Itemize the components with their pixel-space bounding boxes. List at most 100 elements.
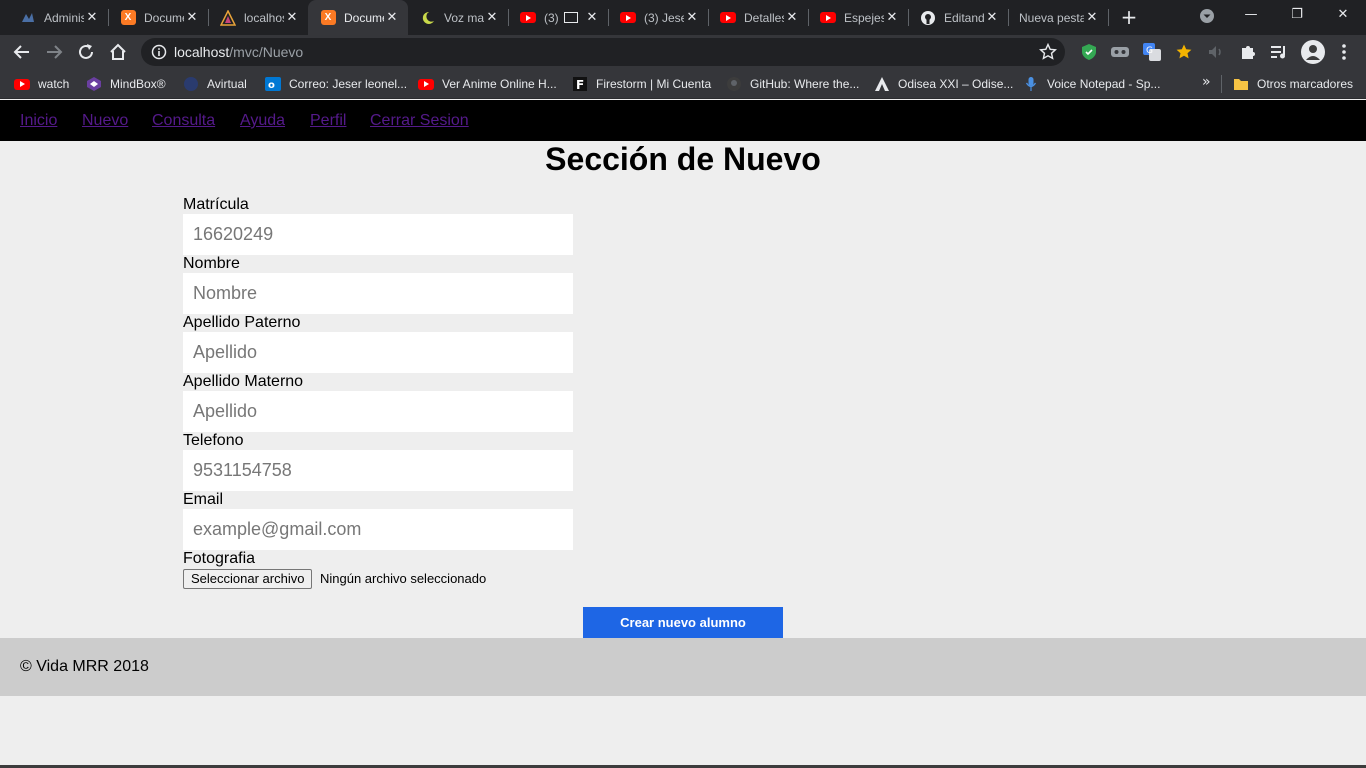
matricula-label: Matrícula: [183, 196, 249, 213]
bookmark-item[interactable]: GitHub: Where the...: [726, 75, 859, 93]
close-icon[interactable]: ✕: [484, 10, 500, 25]
browser-tab[interactable]: Editando ✕: [908, 4, 1008, 31]
apellido-materno-label: Apellido Materno: [183, 373, 304, 390]
new-tab-button[interactable]: +: [1119, 5, 1139, 29]
microphone-icon: [1023, 76, 1039, 92]
close-icon[interactable]: ✕: [184, 10, 200, 25]
close-icon[interactable]: ✕: [84, 10, 100, 25]
page-title: Sección de Nuevo: [545, 141, 821, 177]
forward-button[interactable]: [40, 38, 68, 66]
svg-text:o: o: [268, 80, 275, 91]
menu-icon[interactable]: [1335, 43, 1353, 61]
youtube-icon: [620, 10, 636, 26]
youtube-icon: [520, 10, 536, 26]
bookmark-item[interactable]: F Firestorm | Mi Cuenta: [572, 75, 711, 93]
home-icon: [110, 43, 126, 60]
github-icon: [726, 76, 742, 92]
choose-file-button[interactable]: Seleccionar archivo: [183, 569, 313, 589]
apellido-paterno-input[interactable]: [183, 332, 573, 373]
svg-text:G: G: [1146, 46, 1153, 56]
footer: © Vida MRR 2018: [0, 638, 1366, 696]
vr-icon[interactable]: [1111, 43, 1129, 61]
star-icon[interactable]: [1038, 42, 1058, 66]
info-icon[interactable]: [151, 44, 167, 65]
star-badge-icon[interactable]: [1175, 43, 1193, 61]
bookmark-item[interactable]: Ver Anime Online H...: [418, 75, 557, 93]
close-icon[interactable]: ✕: [1084, 10, 1100, 25]
browser-tab[interactable]: localhost ✕: [208, 4, 308, 31]
fotografia-label: Fotografia: [183, 550, 256, 567]
home-button[interactable]: [104, 38, 132, 66]
media-queue-icon[interactable]: [1270, 43, 1288, 61]
browser-tab[interactable]: Detalles ✕: [708, 4, 808, 31]
browser-tab[interactable]: Nueva pestaña ✕: [1008, 4, 1108, 31]
browser-tab[interactable]: (3) ✕: [508, 4, 608, 31]
close-icon[interactable]: ✕: [684, 10, 700, 25]
address-bar[interactable]: localhost/mvc/Nuevo: [141, 38, 1065, 66]
reload-button[interactable]: [72, 38, 100, 66]
bookmarks-bar: watch MindBox® Avirtual o Correo: Jeser …: [0, 69, 1366, 99]
bookmark-item[interactable]: Odisea XXI – Odise...: [874, 75, 1013, 93]
restore-button[interactable]: ❐: [1274, 0, 1320, 32]
email-input[interactable]: [183, 509, 573, 550]
browser-tab-active[interactable]: X Document ✕: [308, 0, 408, 35]
youtube-icon: [418, 76, 434, 92]
browser-tab[interactable]: (3) Jeser ✕: [608, 4, 708, 31]
bookmark-item[interactable]: o Correo: Jeser leonel...: [265, 75, 407, 93]
minimize-button[interactable]: —: [1228, 0, 1274, 32]
browser-tab[interactable]: Administr ✕: [8, 4, 108, 31]
chevron-down-icon: [1200, 9, 1214, 23]
puzzle-icon[interactable]: [1239, 43, 1257, 61]
close-icon[interactable]: ✕: [884, 10, 900, 25]
telefono-label: Telefono: [183, 432, 244, 449]
close-icon[interactable]: ✕: [384, 10, 400, 25]
speaker-icon[interactable]: [1207, 43, 1225, 61]
github-icon: [920, 10, 936, 26]
create-student-button[interactable]: Crear nuevo alumno: [583, 607, 783, 638]
file-status: Ningún archivo seleccionado: [320, 571, 487, 586]
footer-text: © Vida MRR 2018: [20, 658, 149, 675]
media-playing-icon: [564, 12, 578, 23]
apellido-materno-input[interactable]: [183, 391, 573, 432]
nombre-label: Nombre: [183, 255, 240, 272]
matricula-input[interactable]: [183, 214, 573, 255]
nav-link-inicio[interactable]: Inicio: [20, 112, 57, 130]
browser-tab[interactable]: Espejes ✕: [808, 4, 908, 31]
nav-link-perfil[interactable]: Perfil: [310, 112, 346, 130]
browser-tab-strip: Administr ✕ X Document ✕ localhost ✕ X D…: [0, 0, 1366, 35]
youtube-icon: [720, 10, 736, 26]
back-button[interactable]: [8, 38, 36, 66]
bookmarks-overflow-button[interactable]: »: [1202, 74, 1211, 90]
nombre-input[interactable]: [183, 273, 573, 314]
close-window-button[interactable]: ✕: [1320, 0, 1366, 32]
tab-search-button[interactable]: [1184, 0, 1230, 32]
browser-toolbar: localhost/mvc/Nuevo G: [0, 35, 1366, 69]
nav-link-nuevo[interactable]: Nuevo: [82, 112, 128, 130]
bookmark-item[interactable]: MindBox®: [86, 75, 166, 93]
translate-icon[interactable]: G: [1143, 43, 1161, 61]
arrow-right-icon: [47, 45, 63, 59]
reload-icon: [79, 44, 93, 59]
close-icon[interactable]: ✕: [784, 10, 800, 25]
bookmark-item[interactable]: Avirtual: [183, 75, 247, 93]
xampp-icon: X: [320, 10, 336, 26]
bookmark-item[interactable]: Voice Notepad - Sp...: [1023, 75, 1160, 93]
close-icon[interactable]: ✕: [584, 10, 600, 25]
telefono-input[interactable]: [183, 450, 573, 491]
browser-tab[interactable]: X Document ✕: [108, 4, 208, 31]
close-icon[interactable]: ✕: [984, 10, 1000, 25]
bookmark-item[interactable]: watch: [14, 75, 69, 93]
main-content: Sección de Nuevo Matrícula Nombre Apelli…: [0, 141, 1366, 638]
avatar[interactable]: [1301, 40, 1325, 64]
shield-icon[interactable]: [1080, 43, 1098, 61]
youtube-icon: [14, 76, 30, 92]
nav-link-consulta[interactable]: Consulta: [152, 112, 215, 130]
svg-text:F: F: [576, 78, 584, 92]
folder-icon: [1233, 76, 1249, 92]
browser-tab[interactable]: Voz masc ✕: [408, 4, 508, 31]
avirtual-icon: [183, 76, 199, 92]
nav-link-ayuda[interactable]: Ayuda: [240, 112, 285, 130]
other-bookmarks-folder[interactable]: Otros marcadores: [1233, 75, 1353, 93]
close-icon[interactable]: ✕: [284, 10, 300, 25]
nav-link-cerrar-sesion[interactable]: Cerrar Sesion: [370, 112, 469, 130]
